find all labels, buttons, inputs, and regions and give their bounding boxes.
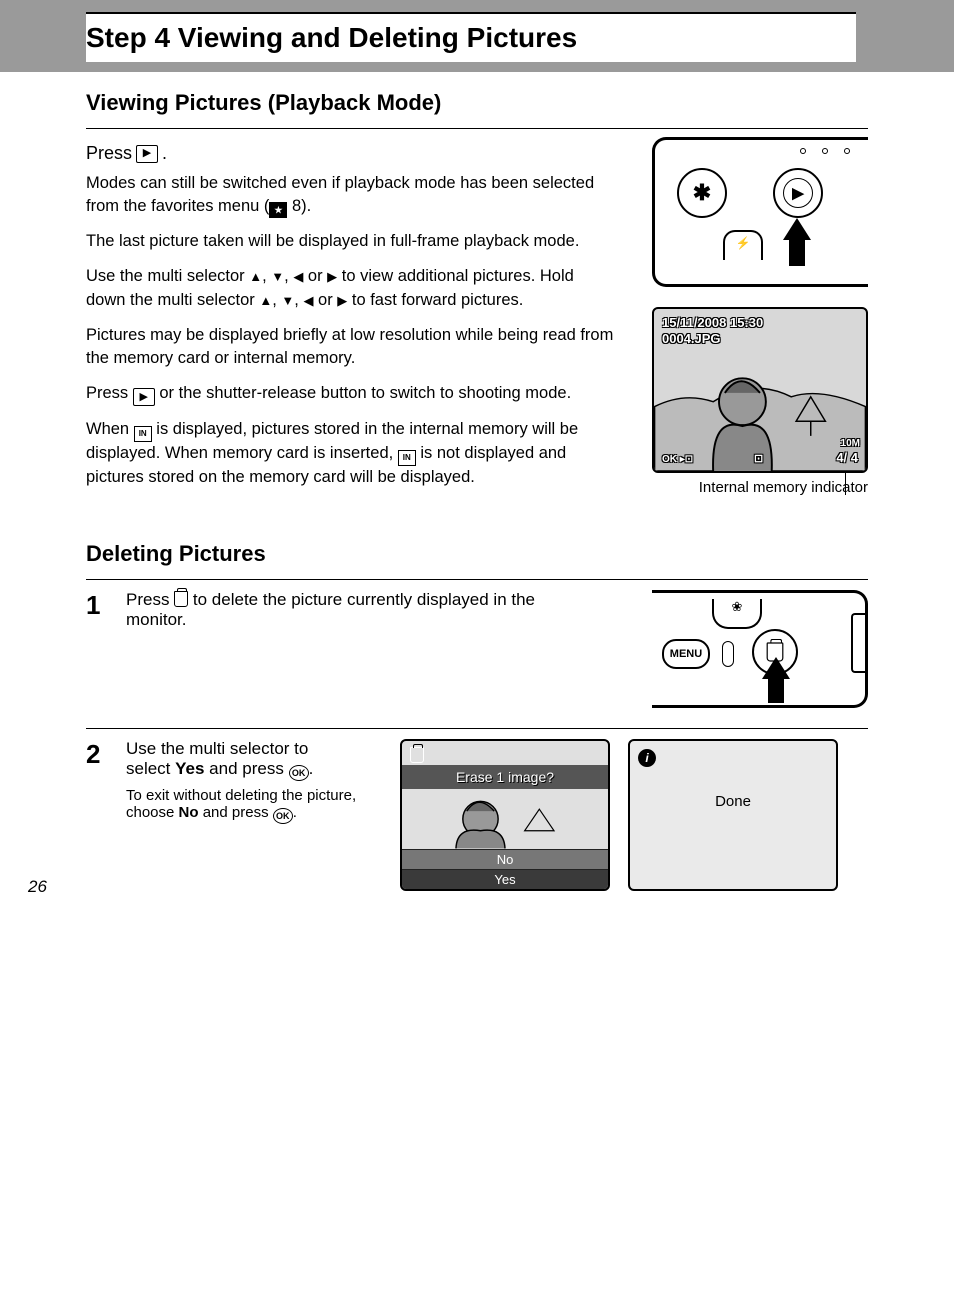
erase-dialog-figure: Erase 1 image? No Yes — [400, 739, 610, 891]
playback-button-icon: ▶ — [773, 168, 823, 218]
paragraph: When IN is displayed, pictures stored in… — [86, 418, 616, 488]
right-icon: ▶ — [327, 270, 337, 283]
arrow-stem — [789, 240, 805, 266]
pill-icon — [722, 641, 734, 667]
arrow-up-icon — [783, 218, 811, 240]
left-icon: ◀ — [293, 270, 303, 283]
page-title: Step 4 Viewing and Deleting Pictures — [86, 12, 856, 62]
left-icon: ◀ — [303, 294, 313, 307]
section-heading-deleting: Deleting Pictures — [86, 541, 868, 567]
dialog-option-yes: Yes — [402, 869, 608, 889]
step-text: Press to delete the picture currently di… — [126, 590, 586, 630]
ok-icon: OK — [289, 765, 309, 781]
paragraph: Use the multi selector ▲, ▼, ◀ or ▶ to v… — [86, 265, 616, 311]
callout-line — [845, 471, 847, 495]
in-indicator: ⊡ — [754, 452, 763, 465]
step-text: Use the multi selector to select Yes and… — [126, 739, 356, 781]
menu-button-icon: MENU — [662, 639, 710, 669]
done-dialog-figure: i Done — [628, 739, 838, 891]
macro-icon: ❀ — [712, 599, 762, 629]
size-indicator: 10M — [841, 438, 860, 449]
up-icon: ▲ — [259, 294, 272, 307]
page-number: 26 — [28, 877, 47, 897]
dialog-title: Erase 1 image? — [402, 765, 608, 789]
info-icon: i — [638, 749, 656, 767]
title-banner: Step 4 Viewing and Deleting Pictures — [0, 0, 954, 72]
dialog-option-no: No — [402, 849, 608, 869]
playback-icon: ▶ — [133, 388, 155, 406]
playback-icon: ▶ — [136, 145, 158, 163]
trash-icon — [410, 747, 424, 766]
favorites-icon: ★ — [269, 202, 287, 218]
page-content: Basic Photography and Playback: Auto Mod… — [0, 90, 954, 911]
screen-counter: 4/ 4 — [836, 450, 858, 465]
star-button-icon: ✱ — [677, 168, 727, 218]
camera-delete-figure: ❀ MENU — [652, 590, 868, 708]
trash-icon — [174, 591, 188, 607]
flash-icon: ⚡ — [723, 230, 763, 260]
step-subtext: To exit without deleting the picture, ch… — [126, 787, 386, 824]
arrow-up-icon — [762, 657, 790, 679]
paragraph: The last picture taken will be displayed… — [86, 230, 616, 253]
paragraph: Modes can still be switched even if play… — [86, 172, 616, 218]
arrow-stem — [768, 679, 784, 703]
done-text: Done — [630, 793, 836, 810]
internal-memory-icon: IN — [134, 426, 152, 442]
grip-icon — [851, 613, 865, 673]
figure-caption: Internal memory indicator — [652, 479, 868, 496]
step-number: 2 — [86, 739, 112, 891]
playback-screen-figure: 15/11/2008 15:30 0004.JPG OK ▸⊡ ⊡ 4/ 4 1… — [652, 307, 868, 473]
down-icon: ▼ — [281, 294, 294, 307]
internal-memory-icon: IN — [398, 450, 416, 466]
camera-back-figure: ✱ ▶ ⚡ — [652, 137, 868, 287]
up-icon: ▲ — [249, 270, 262, 283]
ok-indicator: OK ▸⊡ — [662, 454, 693, 465]
paragraph: Pictures may be displayed briefly at low… — [86, 324, 616, 370]
step-number: 1 — [86, 590, 112, 708]
divider — [86, 728, 868, 729]
right-icon: ▶ — [337, 294, 347, 307]
ok-icon: OK — [273, 808, 293, 824]
divider — [86, 579, 868, 580]
divider — [86, 128, 868, 129]
paragraph: Press ▶ or the shutter-release button to… — [86, 382, 616, 407]
press-playback-heading: Press ▶. — [86, 143, 632, 164]
section-heading-viewing: Viewing Pictures (Playback Mode) — [86, 90, 868, 116]
down-icon: ▼ — [271, 270, 284, 283]
